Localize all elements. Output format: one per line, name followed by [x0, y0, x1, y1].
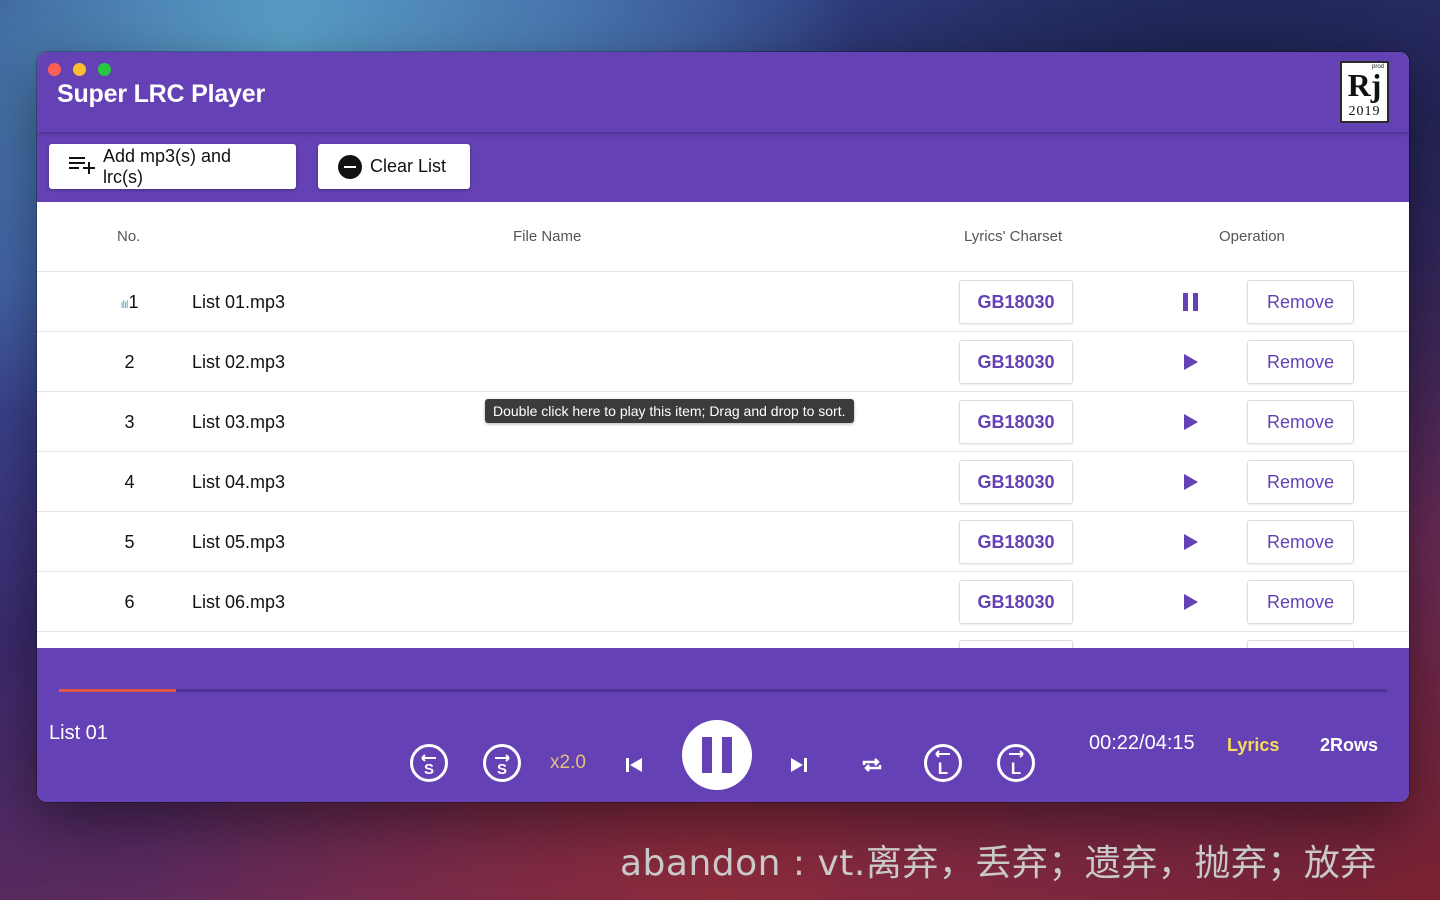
remove-button[interactable]: Remove: [1247, 580, 1354, 624]
remove-button[interactable]: Remove: [1247, 460, 1354, 504]
svg-text:L: L: [1011, 759, 1021, 778]
speed-button[interactable]: x2.0: [547, 749, 589, 777]
add-files-button[interactable]: Add mp3(s) and lrc(s): [49, 144, 296, 189]
table-row[interactable]: 5 List 05.mp3 GB18030 Remove: [37, 512, 1409, 572]
minimize-window-button[interactable]: [73, 63, 86, 76]
svg-text:S: S: [424, 761, 434, 778]
clear-list-label: Clear List: [370, 156, 447, 176]
play-icon[interactable]: [1177, 530, 1205, 554]
repeat-icon: [862, 758, 882, 772]
svg-text:S: S: [497, 761, 507, 778]
table-row[interactable]: 6 List 06.mp3 GB18030 Remove: [37, 572, 1409, 632]
table-row-partial: [37, 632, 1409, 648]
skip-next-icon: [791, 758, 807, 772]
remove-button[interactable]: Remove: [1247, 520, 1354, 564]
charset-button[interactable]: GB18030: [959, 280, 1073, 324]
row-number: 4: [124, 472, 135, 492]
pause-icon: [702, 737, 732, 773]
app-title: Super LRC Player: [57, 80, 265, 108]
header-file-name: File Name: [513, 228, 582, 245]
row-number: 3: [124, 412, 135, 432]
row-file-name: List 01.mp3: [192, 292, 286, 312]
row-number: ılıl1: [120, 292, 139, 312]
remove-button[interactable]: Remove: [1247, 400, 1354, 444]
header-no: No.: [117, 228, 141, 245]
rows-toggle-button[interactable]: 2Rows: [1320, 735, 1378, 756]
play-icon[interactable]: [1177, 590, 1205, 614]
logo-year-text: 2019: [1348, 104, 1381, 119]
playlist-add-icon: [69, 154, 95, 179]
charset-button-partial: [959, 640, 1073, 648]
lyrics-back-button[interactable]: L: [924, 744, 962, 782]
zoom-window-button[interactable]: [98, 63, 111, 76]
svg-text:L: L: [938, 759, 948, 778]
header-lyrics-charset: Lyrics' Charset: [964, 228, 1063, 245]
lyrics-forward-button[interactable]: L: [997, 744, 1035, 782]
player-bar: List 01 S S x2.0 L L 00:22/04:15 Lyrics …: [37, 648, 1409, 802]
remove-button[interactable]: Remove: [1247, 340, 1354, 384]
toolbar: Add mp3(s) and lrc(s) Clear List: [37, 132, 1409, 202]
subtitle-back-icon: S: [421, 754, 436, 778]
equalizer-icon: ılıl: [120, 299, 128, 311]
close-window-button[interactable]: [48, 63, 61, 76]
lyrics-toggle-button[interactable]: Lyrics: [1227, 735, 1279, 756]
desktop-lyrics-overlay: abandon : vt.离弃，丢弃；遗弃，抛弃；放弃: [620, 843, 1377, 884]
playlist-table: No. File Name Lyrics' Charset Operation …: [37, 202, 1409, 648]
app-logo: prod Rj 2019: [1340, 61, 1389, 123]
minus-circle-icon: [338, 154, 362, 179]
previous-track-button[interactable]: [621, 752, 647, 778]
play-icon[interactable]: [1177, 470, 1205, 494]
row-file-name: List 02.mp3: [192, 352, 286, 372]
row-file-name: List 06.mp3: [192, 592, 286, 612]
row-file-name: List 04.mp3: [192, 472, 286, 492]
row-tooltip: Double click here to play this item; Dra…: [485, 399, 854, 423]
next-track-button[interactable]: [786, 752, 812, 778]
play-pause-button[interactable]: [682, 720, 752, 790]
remove-button-partial: [1247, 640, 1354, 648]
charset-button[interactable]: GB18030: [959, 580, 1073, 624]
charset-button[interactable]: GB18030: [959, 400, 1073, 444]
subtitle-back-button[interactable]: S: [410, 744, 448, 782]
app-window: Super LRC Player prod Rj 2019 Add mp3(s)…: [37, 52, 1409, 802]
repeat-button[interactable]: [858, 752, 886, 778]
pause-icon[interactable]: [1177, 290, 1205, 314]
window-controls: [48, 63, 111, 76]
logo-rj-text: Rj: [1347, 67, 1382, 103]
header-operation: Operation: [1219, 228, 1285, 245]
row-number: 2: [124, 352, 135, 372]
subtitle-forward-icon: S: [495, 754, 510, 778]
title-bar: Super LRC Player prod Rj 2019: [37, 52, 1409, 132]
play-icon[interactable]: [1177, 410, 1205, 434]
lyrics-forward-icon: L: [1009, 750, 1024, 778]
logo-prod-text: prod: [1371, 64, 1384, 70]
skip-previous-icon: [626, 758, 642, 772]
charset-button[interactable]: GB18030: [959, 520, 1073, 564]
table-row[interactable]: 2 List 02.mp3 GB18030 Remove: [37, 332, 1409, 392]
now-playing-title: List 01: [49, 722, 108, 744]
table-row[interactable]: 4 List 04.mp3 GB18030 Remove: [37, 452, 1409, 512]
time-display: 00:22/04:15: [1089, 732, 1195, 754]
table-header: No. File Name Lyrics' Charset Operation: [37, 202, 1409, 272]
progress-bar[interactable]: [59, 689, 1387, 692]
subtitle-forward-button[interactable]: S: [483, 744, 521, 782]
table-row[interactable]: ılıl1 List 01.mp3 GB18030 Remove: [37, 272, 1409, 332]
clear-list-button[interactable]: Clear List: [318, 144, 470, 189]
row-number: 6: [124, 592, 135, 612]
lyrics-back-icon: L: [935, 750, 950, 778]
row-file-name: List 05.mp3: [192, 532, 286, 552]
progress-fill: [59, 689, 176, 692]
row-number: 5: [124, 532, 135, 552]
charset-button[interactable]: GB18030: [959, 340, 1073, 384]
play-icon[interactable]: [1177, 350, 1205, 374]
add-files-label: Add mp3(s) and lrc(s): [103, 145, 232, 187]
remove-button[interactable]: Remove: [1247, 280, 1354, 324]
row-file-name: List 03.mp3: [192, 412, 286, 432]
charset-button[interactable]: GB18030: [959, 460, 1073, 504]
